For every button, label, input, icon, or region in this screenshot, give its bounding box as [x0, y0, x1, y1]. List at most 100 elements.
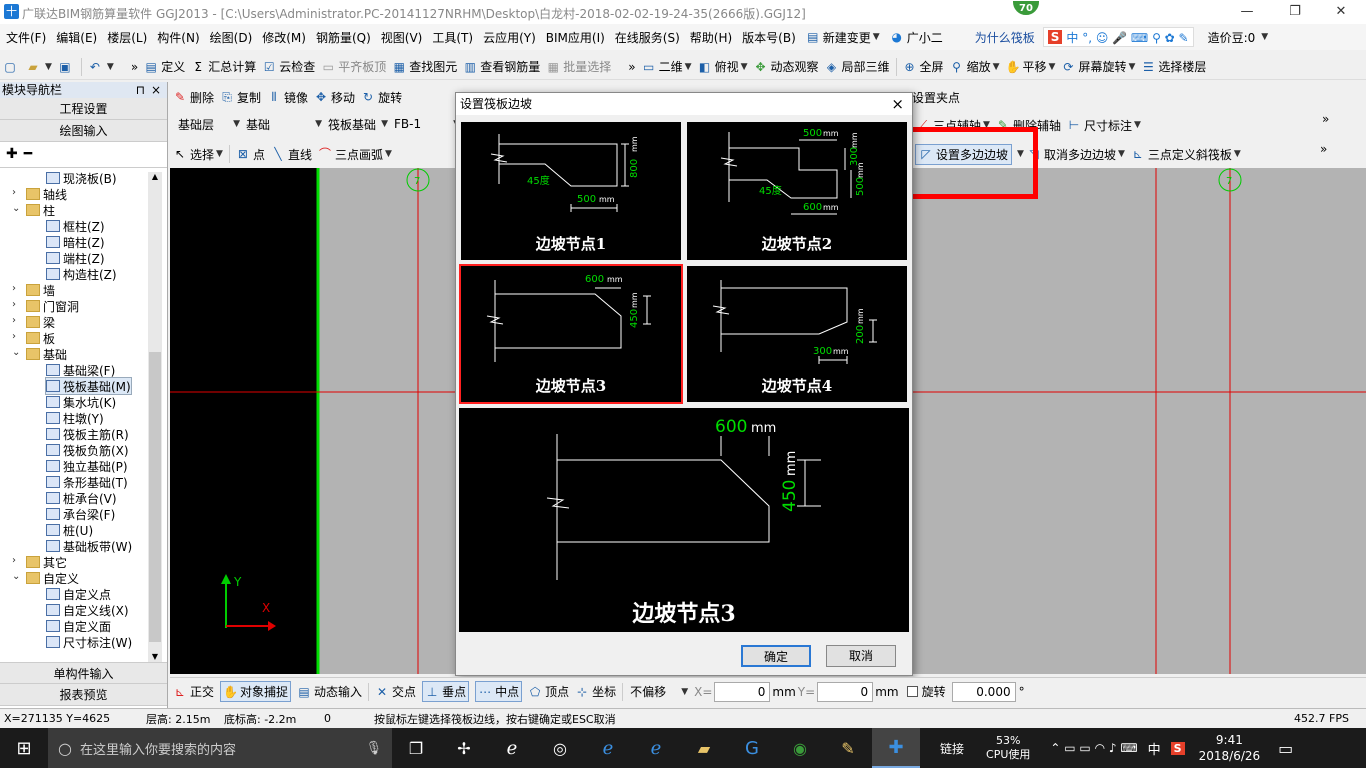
cloud-check-button[interactable]: ☑ 云检查 [262, 58, 315, 75]
expand-icon[interactable]: › [12, 299, 16, 310]
clock[interactable]: 9:41 2018/6/26 [1199, 732, 1261, 764]
intersection-snap[interactable]: ✕ 交点 [375, 683, 416, 700]
tree-item[interactable]: 条形基础(T) [46, 474, 128, 490]
toolbar-more-icon-2[interactable]: » [628, 60, 635, 74]
fullscreen-button[interactable]: ⊕ 全屏 [903, 58, 944, 75]
cpu-usage[interactable]: 53% CPU使用 [986, 734, 1030, 762]
local-3d-button[interactable]: ◈ 局部三维 [825, 58, 890, 75]
app-swirl-icon[interactable]: ◎ [536, 739, 584, 758]
align-slab-top-button[interactable]: ▭ 平齐板顶 [321, 58, 387, 75]
tree-item[interactable]: 暗柱(Z) [46, 234, 105, 250]
windows-start-icon[interactable]: ⊞ [0, 738, 48, 759]
file-explorer-icon[interactable]: ▰ [680, 739, 728, 758]
ortho-toggle[interactable]: ⊾ 正交 [173, 683, 214, 700]
expand-icon[interactable]: › [12, 331, 16, 342]
dialog-close-icon[interactable]: × [891, 93, 904, 115]
tree-item[interactable]: 现浇板(B) [46, 170, 117, 186]
tree-item[interactable]: › 板 [12, 330, 55, 346]
tree-item[interactable]: 承台梁(F) [46, 506, 115, 522]
menu-assistant[interactable]: ◕ 广小二 [890, 29, 942, 46]
tree-item[interactable]: 桩承台(V) [46, 490, 117, 506]
close-pane-icon[interactable]: × [151, 82, 161, 98]
slope-node-3[interactable]: 600 mm 450 mm 边坡节点3 [459, 264, 683, 404]
collapse-icon[interactable]: ⌄ [12, 347, 20, 358]
undo-button[interactable]: ↶ ▼ [88, 60, 114, 74]
tree-item[interactable]: 筏板主筋(R) [46, 426, 129, 442]
arc-tool-button[interactable]: ⌒ 三点画弧 ▼ [318, 146, 392, 163]
set-grip-button[interactable]: 设置夹点 [912, 86, 992, 108]
point-tool-button[interactable]: ⊠ 点 [236, 146, 265, 163]
open-file-button[interactable]: ▰ ▼ [26, 60, 52, 74]
menu-bim[interactable]: BIM应用(I) [546, 29, 605, 46]
menu-version[interactable]: 版本号(B) [742, 29, 796, 46]
select-tool-button[interactable]: ↖ 选择 ▼ [173, 146, 223, 163]
menu-new-change[interactable]: ▤ 新建变更 ▼ [806, 29, 880, 46]
view-rebar-button[interactable]: ▥ 查看钢筋量 [463, 58, 541, 75]
taskbar-search[interactable]: ○ 在这里输入你要搜索的内容 🎙 [48, 728, 392, 768]
rotate-checkbox[interactable] [906, 686, 918, 697]
batch-select-button[interactable]: ▦ 批量选择 [546, 58, 612, 75]
y-offset-input[interactable]: 0 [817, 681, 874, 702]
tree-item[interactable]: 框柱(Z) [46, 218, 105, 234]
slope-node-2[interactable]: 500 mm 300 mm 500 mm 600 mm 45度 边坡节点2 [685, 120, 909, 262]
toolbar-more-icon[interactable]: » [131, 60, 138, 74]
menu-edit[interactable]: 编辑(E) [56, 29, 97, 46]
mirror-button[interactable]: ⫴ 镜像 [267, 89, 309, 106]
task-view-icon[interactable]: ❐ [392, 739, 440, 758]
menu-floor[interactable]: 楼层(L) [107, 29, 147, 46]
summary-calc-button[interactable]: Σ 汇总计算 [191, 58, 256, 75]
tree-item[interactable]: 桩(U) [46, 522, 93, 538]
link-label[interactable]: 链接 [940, 740, 964, 757]
tree-item[interactable]: 基础板带(W) [46, 538, 132, 554]
pan-button[interactable]: ✋ 平移 ▼ [1006, 58, 1056, 75]
menu-draw[interactable]: 绘图(D) [210, 29, 253, 46]
save-button[interactable]: ▣ [58, 60, 75, 74]
question-link[interactable]: 为什么筏板 [975, 29, 1035, 46]
coordinate-snap[interactable]: ⊹ 坐标 [575, 683, 616, 700]
expand-icon[interactable]: › [12, 555, 16, 566]
tree-item[interactable]: 筏板负筋(X) [46, 442, 129, 458]
single-component-input-button[interactable]: 单构件输入 [0, 662, 167, 684]
copy-button[interactable]: ⎘ 复制 [220, 89, 261, 106]
tree-item[interactable]: ⌄ 基础 [12, 346, 67, 362]
microphone-icon[interactable]: 🎙 [365, 741, 382, 756]
app-green-icon[interactable]: ◉ [776, 739, 824, 758]
new-file-button[interactable]: ▢ [3, 60, 20, 74]
dynamic-view-button[interactable]: ✥ 动态观察 [754, 58, 818, 75]
rotate-angle-input[interactable]: 0.000 [951, 681, 1016, 702]
cancel-multi-slope-button[interactable]: ◹ 取消多边边坡 ▼ [1027, 146, 1125, 163]
midpoint-snap[interactable]: ⋯ 中点 [475, 681, 523, 702]
minimize-button[interactable]: — [1224, 0, 1270, 24]
offset-select[interactable]: 不偏移 ▼ [630, 683, 688, 700]
notes-icon[interactable]: ✎ [824, 739, 872, 758]
object-snap-toggle[interactable]: ✋ 对象捕捉 [220, 681, 292, 702]
app-fan-icon[interactable]: ✢ [440, 739, 488, 758]
cost-beans[interactable]: 造价豆:0 [1208, 29, 1256, 46]
tree-item[interactable]: ⌄ 柱 [12, 202, 55, 218]
select-floor-button[interactable]: ☰ 选择楼层 [1141, 58, 1206, 75]
sogou-tray-icon[interactable]: S [1170, 741, 1185, 755]
top-view-button[interactable]: ◧ 俯视 ▼ [698, 58, 748, 75]
toolbar-more-icon-4[interactable]: » [1322, 112, 1329, 126]
ime-toolbar[interactable]: S 中 °, ☺ 🎤 ⌨ ⚲ ✿ ✎ [1042, 27, 1194, 47]
edge-icon[interactable]: ℯ [584, 738, 632, 759]
define-button[interactable]: ▤ 定义 [144, 58, 186, 75]
floor-select[interactable]: 基础层 ▼ [178, 116, 240, 133]
tree-item[interactable]: 尺寸标注(W) [46, 634, 132, 650]
cost-dropdown-icon[interactable]: ▼ [1261, 32, 1268, 42]
app-g-icon[interactable]: G [728, 738, 776, 759]
tree-item[interactable]: › 轴线 [12, 186, 67, 202]
ok-button[interactable]: 确定 [741, 645, 811, 667]
scroll-up-icon[interactable]: ▲ [148, 172, 162, 186]
three-point-slope-button[interactable]: ⊾ 三点定义斜筏板 ▼ [1131, 146, 1241, 163]
tree-item[interactable]: › 门窗洞 [12, 298, 79, 314]
tray-icons[interactable]: ⌃ ▭ ▭ ◠ ♪ ⌨ [1050, 741, 1137, 755]
line-tool-button[interactable]: ╲ 直线 [271, 146, 312, 163]
menu-component[interactable]: 构件(N) [157, 29, 199, 46]
drawing-input-button[interactable]: 绘图输入 [0, 120, 167, 142]
tree-item[interactable]: 自定义面 [46, 618, 111, 634]
tree-item[interactable]: 集水坑(K) [46, 394, 116, 410]
delete-button[interactable]: ✎ 删除 [173, 89, 214, 106]
tree-scrollbar[interactable]: ▲ ▼ [148, 172, 162, 666]
tree-item[interactable]: 端柱(Z) [46, 250, 105, 266]
